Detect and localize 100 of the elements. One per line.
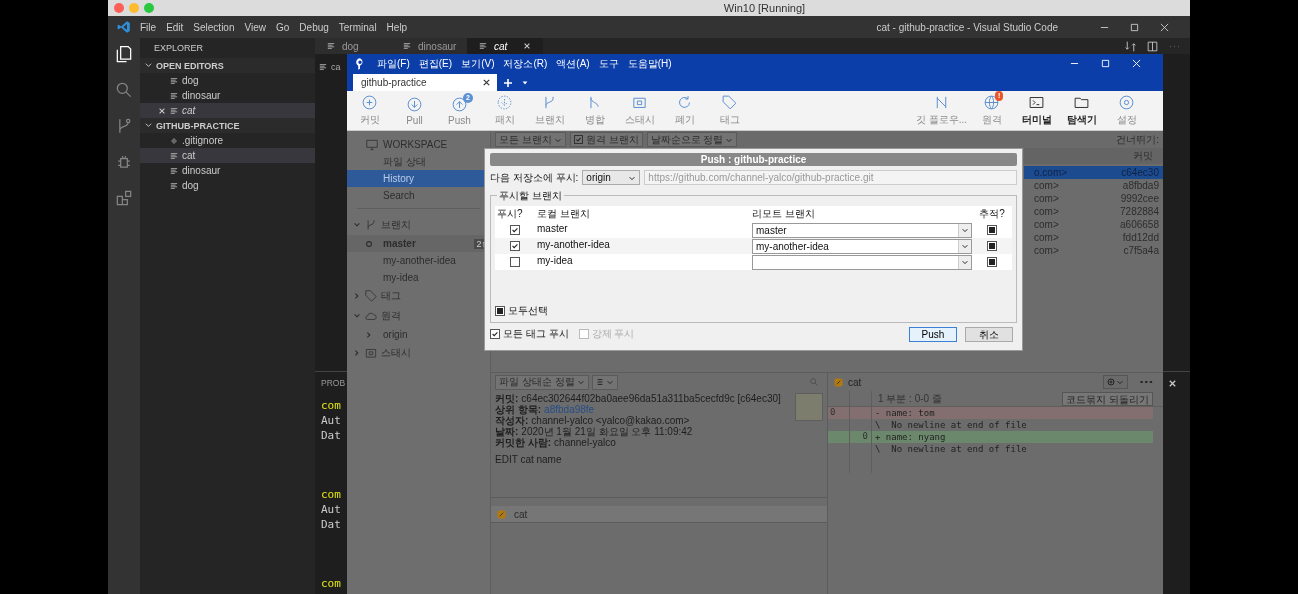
menu-item[interactable]: 보기(V) xyxy=(461,56,495,71)
explorer-entry[interactable]: dinosaur xyxy=(140,163,315,178)
checkbox[interactable] xyxy=(490,329,500,339)
chevron-down-icon[interactable] xyxy=(144,61,153,70)
chevron-down-icon[interactable] xyxy=(353,312,361,320)
branch-name: master xyxy=(383,238,416,249)
checkbox[interactable] xyxy=(510,225,520,235)
lines-icon xyxy=(170,91,178,100)
box-icon xyxy=(364,346,378,360)
repository-tab[interactable]: github-practice xyxy=(353,74,497,91)
extensions-icon[interactable] xyxy=(114,188,134,208)
menu-item[interactable]: Edit xyxy=(166,21,184,33)
editor-tab[interactable]: dog xyxy=(315,38,391,54)
menu-item[interactable]: View xyxy=(244,21,266,33)
file-row[interactable]: cat xyxy=(491,506,827,523)
commit-message: EDIT cat name xyxy=(495,454,563,465)
menu-item[interactable]: File xyxy=(140,21,157,33)
panel-tab[interactable]: PROB xyxy=(321,378,346,388)
menu-item[interactable]: 편집(E) xyxy=(418,56,453,71)
revert-button[interactable]: 코드묶지 되돌리기 xyxy=(1062,391,1153,406)
caret-down-icon xyxy=(605,378,614,386)
branch-dropdown[interactable]: master xyxy=(752,222,972,238)
minimize-dot-icon[interactable] xyxy=(129,3,139,13)
menu-item[interactable]: 도구 xyxy=(598,56,619,71)
chevron-down-icon[interactable] xyxy=(353,221,361,229)
branch-dropdown[interactable] xyxy=(752,254,972,270)
checkbox[interactable] xyxy=(510,241,520,251)
filter-dropdown[interactable]: 날짜순으로 정렬 xyxy=(646,132,738,147)
toolbar-button[interactable]: 터미널 xyxy=(1016,94,1057,127)
table-cell-text: a606658 xyxy=(1119,219,1159,230)
zoom-dot-icon[interactable] xyxy=(144,3,154,13)
section-title[interactable]: 브랜치 xyxy=(381,218,411,232)
checkbox[interactable] xyxy=(495,306,505,316)
caret-down-icon[interactable] xyxy=(521,79,529,87)
files-icon[interactable] xyxy=(114,44,134,64)
menu-item[interactable]: Selection xyxy=(193,21,235,33)
explorer-entry[interactable]: dog xyxy=(140,73,315,88)
file-name: cat xyxy=(514,508,528,520)
settings-button[interactable] xyxy=(1103,375,1128,389)
table-cell-text: my-idea xyxy=(536,255,574,266)
window-title: Win10 [Running] xyxy=(722,2,806,14)
menu-item[interactable]: 액션(A) xyxy=(556,56,590,71)
split-editor-icon[interactable] xyxy=(1146,39,1159,53)
remote-dropdown[interactable]: origin xyxy=(582,170,641,185)
more-icon[interactable] xyxy=(1139,379,1153,385)
checkbox[interactable] xyxy=(987,257,997,267)
checkbox[interactable] xyxy=(987,225,997,235)
plus-icon[interactable] xyxy=(503,78,513,88)
column-header: 로컬 브랜치 xyxy=(536,207,591,221)
menu-item[interactable]: Go xyxy=(276,21,290,33)
table-cell-text: my-another-idea xyxy=(536,239,611,250)
caret-down-icon xyxy=(576,378,585,386)
lines-icon xyxy=(170,106,178,115)
line-number: 0 xyxy=(828,407,850,419)
explorer-entry[interactable]: dog xyxy=(140,178,315,193)
tag-icon xyxy=(721,94,738,111)
line-number: 0 xyxy=(850,431,872,443)
maximize-icon[interactable] xyxy=(1130,22,1139,32)
compare-icon[interactable] xyxy=(1124,39,1137,53)
chevron-right-icon[interactable] xyxy=(353,292,361,300)
table-cell-text: c7f5a4a xyxy=(1122,245,1159,256)
toolbar-button[interactable]: 탐색기 xyxy=(1061,94,1102,127)
explorer-entry[interactable]: dinosaur xyxy=(140,88,315,103)
menu-item[interactable]: 파일(F) xyxy=(377,56,410,71)
checkbox[interactable] xyxy=(573,135,583,144)
logo-icon xyxy=(117,20,131,34)
checkbox[interactable] xyxy=(987,241,997,251)
detail-value: channel-yalco xyxy=(554,437,616,448)
explorer-entry[interactable]: cat xyxy=(140,103,315,118)
close-icon[interactable] xyxy=(482,78,491,87)
dialog-button[interactable]: 취소 xyxy=(965,326,1013,342)
menu-item[interactable]: Terminal xyxy=(338,21,377,33)
chevron-right-icon[interactable] xyxy=(365,330,373,339)
close-dot-icon[interactable] xyxy=(114,3,124,13)
lines-icon xyxy=(170,76,178,85)
editor-tab[interactable]: dinosaur xyxy=(391,38,467,54)
lines-icon xyxy=(403,42,411,50)
chevron-down-icon[interactable] xyxy=(144,121,153,130)
menu-item[interactable]: 저장소(R) xyxy=(503,56,548,71)
url-field[interactable]: https://github.com/channel-yalco/github-practice.git xyxy=(644,170,1017,185)
sidebar-item[interactable]: origin xyxy=(347,326,490,343)
sort-dropdown[interactable]: 파일 상태순 정렬 xyxy=(495,374,589,390)
explorer-entry[interactable]: cat xyxy=(140,148,315,163)
chevron-right-icon[interactable] xyxy=(353,349,361,357)
menu-item[interactable]: Debug xyxy=(299,21,329,33)
detail-value: 2020년 1월 21일 화요일 오후 11:09:42 xyxy=(521,426,693,437)
menu-item[interactable]: 도움말(H) xyxy=(627,56,672,71)
breadcrumb[interactable]: ca xyxy=(331,62,341,72)
checkbox[interactable] xyxy=(510,257,520,267)
search-icon[interactable] xyxy=(114,80,134,100)
settings-icon xyxy=(1118,94,1135,111)
filter-dropdown[interactable]: 모든 브랜치 xyxy=(495,132,566,147)
window-title: cat - github-practice - Visual Studio Code xyxy=(876,21,1058,33)
dialog-button[interactable]: Push xyxy=(909,326,957,342)
editor-tab[interactable]: cat xyxy=(467,38,543,54)
column-header: 푸시? xyxy=(496,207,524,221)
explorer-entry[interactable]: .gitignore xyxy=(140,133,315,148)
menu-item[interactable]: Help xyxy=(386,21,408,33)
terminal-line: com xyxy=(321,487,342,502)
branch-dropdown[interactable]: my-another-idea xyxy=(752,238,972,254)
